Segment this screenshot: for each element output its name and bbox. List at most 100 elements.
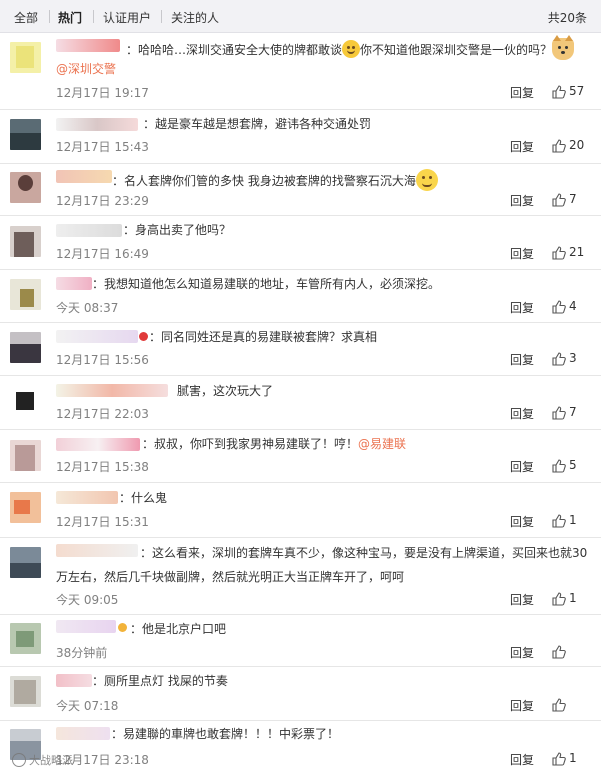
thumbs-up-icon: [552, 698, 566, 712]
comment-item: ：身高出卖了他吗？ 12月17日 16:49 回复 21: [0, 216, 601, 270]
username[interactable]: [56, 620, 116, 633]
reply-button[interactable]: 回复: [510, 513, 534, 530]
username[interactable]: [56, 674, 92, 687]
thumbs-up-icon: [552, 139, 566, 153]
avatar[interactable]: [10, 119, 41, 150]
username[interactable]: [56, 224, 122, 237]
total-count: 共20条: [547, 11, 587, 25]
mention-link[interactable]: @深圳交警: [56, 61, 116, 77]
reply-button[interactable]: 回复: [510, 751, 534, 768]
tab-hot[interactable]: 热门: [58, 9, 82, 26]
smile-emoji-icon: [415, 169, 438, 191]
reply-button[interactable]: 回复: [510, 192, 534, 209]
comment-item: ：同名同姓还是真的易建联被套牌？求真相 12月17日 15:56 回复 3: [0, 323, 601, 376]
username[interactable]: [56, 118, 138, 131]
comment-item: ：越是豪车越是想套牌，避讳各种交通处罚 12月17日 15:43 回复 20: [0, 110, 601, 164]
tab-verified-users[interactable]: 认证用户: [103, 9, 151, 26]
username[interactable]: [56, 438, 140, 451]
reply-button[interactable]: 回复: [510, 458, 534, 475]
like-count: 5: [569, 458, 577, 472]
comment-time: 12月17日 19:17: [56, 86, 149, 100]
comment-text: ：名人套牌你们管的多快 我身边被套牌的找警察石沉大海: [112, 169, 438, 191]
comment-text-part: 你不知道他跟深圳交警是一伙的吗？: [360, 43, 553, 57]
username[interactable]: [56, 544, 138, 557]
comment-item: ：叔叔，你吓到我家男神易建联了！哼！@易建联 12月17日 15:38 回复 5: [0, 430, 601, 483]
comment-text-part: ：叔叔，你吓到我家男神易建联了！哼！: [142, 437, 359, 451]
tab-divider: [161, 10, 162, 23]
reply-button[interactable]: 回复: [510, 591, 534, 608]
comment-text: ：同名同姓还是真的易建联被套牌？求真相: [149, 330, 378, 344]
tab-following[interactable]: 关注的人: [171, 9, 219, 26]
username[interactable]: [56, 277, 92, 290]
comment-text: ：身高出卖了他吗？: [123, 223, 232, 237]
avatar[interactable]: [10, 676, 41, 707]
username[interactable]: [56, 384, 168, 397]
avatar[interactable]: [10, 172, 41, 203]
comment-item: ：哈哈哈…深圳交通安全大使的牌都敢谈 你不知道他跟深圳交警是一伙的吗？ @深圳交警…: [0, 33, 601, 110]
reply-button[interactable]: 回复: [510, 245, 534, 262]
comment-item: 腻害，这次玩大了 12月17日 22:03 回复 7: [0, 376, 601, 430]
avatar[interactable]: [10, 547, 41, 578]
username[interactable]: [56, 330, 138, 343]
vip-badge-icon: [118, 623, 127, 632]
like-count: 7: [569, 192, 577, 206]
comment-text: ：哈哈哈…深圳交通安全大使的牌都敢谈 你不知道他跟深圳交警是一伙的吗？: [126, 35, 575, 60]
reply-button[interactable]: 回复: [510, 644, 534, 661]
tab-divider: [93, 10, 94, 23]
comment-time: 今天 07:18: [56, 699, 119, 713]
username[interactable]: [56, 491, 118, 504]
username[interactable]: [56, 727, 110, 740]
thumbs-up-icon: [552, 352, 566, 366]
reply-button[interactable]: 回复: [510, 138, 534, 155]
like-count: 57: [569, 84, 585, 98]
like-count: 1: [569, 513, 577, 527]
comment-time: 12月17日 22:03: [56, 407, 149, 421]
like-count: 1: [569, 591, 577, 605]
tab-all[interactable]: 全部: [14, 9, 38, 26]
reply-button[interactable]: 回复: [510, 299, 534, 316]
comment-item: ：他是北京户口吧 38分钟前 回复: [0, 615, 601, 667]
thumbs-up-icon: [552, 459, 566, 473]
avatar[interactable]: [10, 226, 41, 257]
username[interactable]: [56, 39, 120, 52]
avatar[interactable]: [10, 386, 41, 417]
avatar[interactable]: [10, 492, 41, 523]
thumbs-up-icon: [552, 752, 566, 766]
thumbs-up-icon: [552, 300, 566, 314]
laugh-emoji-icon: [342, 40, 361, 58]
like-count: 20: [569, 138, 585, 152]
reply-button[interactable]: 回复: [510, 351, 534, 368]
reply-button[interactable]: 回复: [510, 84, 534, 101]
avatar[interactable]: [10, 42, 41, 73]
avatar[interactable]: [10, 623, 41, 654]
mention-link[interactable]: @易建联: [358, 437, 406, 451]
comment-item: ：什么鬼 12月17日 15:31 回复 1: [0, 483, 601, 538]
tab-divider: [49, 10, 50, 23]
avatar[interactable]: [10, 332, 41, 363]
reply-button[interactable]: 回复: [510, 405, 534, 422]
thumbs-up-icon: [552, 193, 566, 207]
comment-text: 腻害，这次玩大了: [177, 384, 274, 398]
comment-time: 12月17日 16:49: [56, 247, 149, 261]
comment-time: 今天 09:05: [56, 593, 119, 607]
comment-item: ：易建聯的車牌也敢套牌！！！中彩票了！ 12月17日 23:18 回复 1: [0, 721, 601, 773]
watermark-logo-icon: [12, 753, 26, 767]
thumbs-up-icon: [552, 246, 566, 260]
comment-item: ：名人套牌你们管的多快 我身边被套牌的找警察石沉大海 12月17日 23:29 …: [0, 164, 601, 216]
comment-time: 38分钟前: [56, 646, 108, 660]
comment-text: ：什么鬼: [119, 491, 168, 505]
avatar[interactable]: [10, 279, 41, 310]
avatar[interactable]: [10, 440, 41, 471]
comment-time: 12月17日 15:43: [56, 140, 149, 154]
thumbs-up-icon: [552, 645, 566, 659]
comment-item: ：我想知道他怎么知道易建联的地址，车管所有内人，必须深挖。 今天 08:37 回…: [0, 270, 601, 323]
reply-button[interactable]: 回复: [510, 697, 534, 714]
comment-text: ：我想知道他怎么知道易建联的地址，车管所有内人，必须深挖。: [92, 277, 441, 291]
comment-filter-bar: 全部 热门 认证用户 关注的人 共20条: [0, 0, 601, 33]
doge-emoji-icon: [552, 35, 575, 60]
comment-text: ：厕所里点灯 找屎的节奏: [92, 674, 228, 688]
comment-text: ：叔叔，你吓到我家男神易建联了！哼！@易建联: [142, 436, 406, 452]
comment-text: ：易建聯的車牌也敢套牌！！！中彩票了！: [111, 727, 340, 741]
username[interactable]: [56, 170, 112, 183]
comment-time: 12月17日 15:31: [56, 515, 149, 529]
